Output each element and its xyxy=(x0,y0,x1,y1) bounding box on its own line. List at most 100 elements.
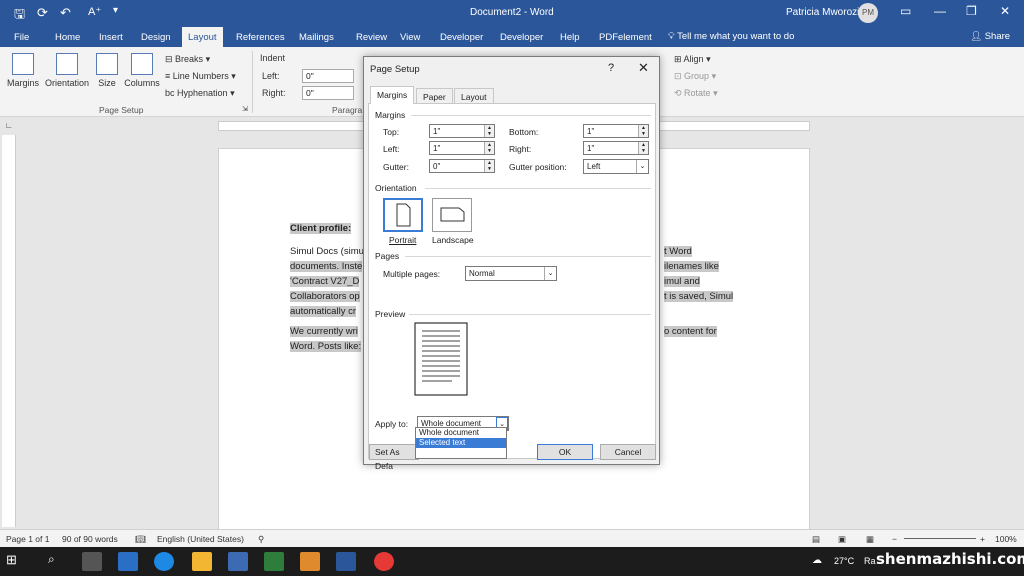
hyphenation-label: Hyphenation xyxy=(177,88,228,98)
tab-insert[interactable]: Insert xyxy=(99,32,123,43)
excel-icon[interactable] xyxy=(264,552,284,571)
page-setup-launcher-icon[interactable]: ⇲ xyxy=(242,105,248,113)
save-icon[interactable]: 🖫 xyxy=(14,5,25,27)
accessibility-icon[interactable]: ⚲ xyxy=(258,534,264,545)
web-layout-icon[interactable]: ▦ xyxy=(866,534,874,545)
bottom-margin-input[interactable]: 1" ▲ ▼ xyxy=(583,124,649,138)
autosave-icon[interactable]: ⟳ xyxy=(37,5,48,21)
gutter-position-select[interactable]: Left ⌄ xyxy=(583,159,649,174)
customize-quick-access-icon[interactable]: ▾ xyxy=(113,5,118,16)
hyphenation-button[interactable]: bc Hyphenation ▾ xyxy=(165,88,235,99)
left-margin-value: 1" xyxy=(433,144,441,153)
app-icon[interactable] xyxy=(228,552,248,571)
option-whole-document[interactable]: Whole document xyxy=(416,428,506,438)
size-button[interactable]: Size xyxy=(94,53,120,88)
tab-margins[interactable]: Margins xyxy=(370,86,415,104)
tab-help[interactable]: Help xyxy=(560,32,580,43)
restore-icon[interactable]: ❐ xyxy=(966,4,977,18)
font-size-icon[interactable]: A⁺ xyxy=(88,5,101,18)
spin-arrows-icon[interactable]: ▲ ▼ xyxy=(484,142,494,154)
print-layout-icon[interactable]: ▣ xyxy=(838,534,846,545)
rotate-button[interactable]: ⟲ Rotate ▾ xyxy=(674,88,718,99)
tab-view[interactable]: View xyxy=(400,32,420,43)
telegram-icon[interactable] xyxy=(300,552,320,571)
store-icon[interactable] xyxy=(82,552,102,571)
avatar[interactable]: PM xyxy=(858,3,878,23)
tab-dialog-layout[interactable]: Layout xyxy=(454,88,494,104)
margins-button[interactable]: Margins xyxy=(6,53,40,88)
weather-desc[interactable]: Ra xyxy=(864,556,876,566)
tab-developer-2[interactable]: Developer xyxy=(500,32,543,43)
tab-references[interactable]: References xyxy=(236,32,285,43)
align-button[interactable]: ⊞ Align ▾ xyxy=(674,54,711,65)
gutter-input[interactable]: 0" ▲ ▼ xyxy=(429,159,495,173)
tab-home[interactable]: Home xyxy=(55,32,80,43)
columns-icon xyxy=(131,53,153,75)
word-count[interactable]: 90 of 90 words xyxy=(62,534,118,544)
close-icon[interactable]: ✕ xyxy=(1000,4,1010,18)
indent-right-input[interactable]: 0" xyxy=(302,86,354,100)
doc-line: t is saved, Simul xyxy=(664,291,734,302)
breaks-icon: ⊟ xyxy=(165,54,176,64)
set-as-default-button[interactable]: Set As Defa xyxy=(369,444,419,471)
spin-arrows-icon[interactable]: ▲ ▼ xyxy=(484,125,494,137)
tab-selector-icon[interactable]: ∟ xyxy=(5,121,13,130)
share-button[interactable]: 👤︎ Share xyxy=(970,31,1010,42)
user-name[interactable]: Patricia Mworozi xyxy=(786,7,859,18)
columns-button[interactable]: Columns xyxy=(122,53,162,88)
left-margin-input[interactable]: 1" ▲ ▼ xyxy=(429,141,495,155)
edge-icon[interactable] xyxy=(154,552,174,571)
chrome-icon[interactable] xyxy=(374,552,394,571)
windows-start-icon[interactable]: ⊞ xyxy=(6,552,26,571)
mail-icon[interactable] xyxy=(118,552,138,571)
tab-review[interactable]: Review xyxy=(356,32,387,43)
size-icon xyxy=(96,53,118,75)
right-margin-input[interactable]: 1" ▲ ▼ xyxy=(583,141,649,155)
landscape-button[interactable] xyxy=(432,198,472,232)
spin-arrows-icon[interactable]: ▲ ▼ xyxy=(638,142,648,154)
help-button[interactable]: ? xyxy=(608,62,614,74)
zoom-out-icon[interactable]: − xyxy=(892,534,897,544)
page-count[interactable]: Page 1 of 1 xyxy=(6,534,49,544)
spin-arrows-icon[interactable]: ▲ ▼ xyxy=(638,125,648,137)
page-setup-dialog: Page Setup ? ✕ Margins Paper Layout Marg… xyxy=(363,56,660,471)
tab-file[interactable]: File xyxy=(14,32,29,43)
focus-icon[interactable]: ▤ xyxy=(812,534,820,545)
tab-mailings[interactable]: Mailings xyxy=(299,32,334,43)
zoom-in-icon[interactable]: + xyxy=(980,534,985,544)
vertical-ruler[interactable] xyxy=(2,135,16,527)
close-dialog-button[interactable]: ✕ xyxy=(638,60,649,76)
minimize-icon[interactable]: — xyxy=(934,4,946,18)
line-numbers-button[interactable]: ≡ Line Numbers ▾ xyxy=(165,71,236,82)
indent-left-input[interactable]: 0" xyxy=(302,69,354,83)
proofing-icon[interactable]: 📖︎ xyxy=(135,534,146,545)
ok-button[interactable]: OK xyxy=(537,444,593,460)
preview-page-icon xyxy=(414,322,468,396)
zoom-slider[interactable] xyxy=(904,538,976,539)
weather-icon[interactable]: ☁︎ xyxy=(812,555,822,566)
top-margin-input[interactable]: 1" ▲ ▼ xyxy=(429,124,495,138)
tab-developer[interactable]: Developer xyxy=(440,32,483,43)
tell-me-search[interactable]: 💡︎ Tell me what you want to do xyxy=(668,31,794,42)
person-icon: 👤︎ xyxy=(970,31,985,42)
portrait-button[interactable] xyxy=(383,198,423,232)
breaks-button[interactable]: ⊟ Breaks ▾ xyxy=(165,54,210,65)
option-selected-text[interactable]: Selected text xyxy=(416,438,506,448)
file-explorer-icon[interactable] xyxy=(192,552,212,571)
tab-paper[interactable]: Paper xyxy=(416,88,453,104)
spin-arrows-icon[interactable]: ▲ ▼ xyxy=(484,160,494,172)
weather-temp[interactable]: 27°C xyxy=(834,556,854,566)
search-icon[interactable]: ⌕ xyxy=(48,552,68,571)
cancel-button[interactable]: Cancel xyxy=(600,444,656,460)
word-icon[interactable] xyxy=(336,552,356,571)
orientation-button[interactable]: Orientation xyxy=(42,53,92,88)
undo-icon[interactable]: ↶ xyxy=(60,5,71,21)
zoom-level[interactable]: 100% xyxy=(995,534,1017,544)
tab-pdfelement[interactable]: PDFelement xyxy=(599,32,652,43)
language[interactable]: English (United States) xyxy=(157,534,244,544)
multiple-pages-select[interactable]: Normal ⌄ xyxy=(465,266,557,281)
group-button[interactable]: ⊡ Group ▾ xyxy=(674,71,716,82)
ribbon-display-icon[interactable]: ▭ xyxy=(900,4,911,18)
tab-layout[interactable]: Layout xyxy=(182,27,223,47)
tab-design[interactable]: Design xyxy=(141,32,171,43)
